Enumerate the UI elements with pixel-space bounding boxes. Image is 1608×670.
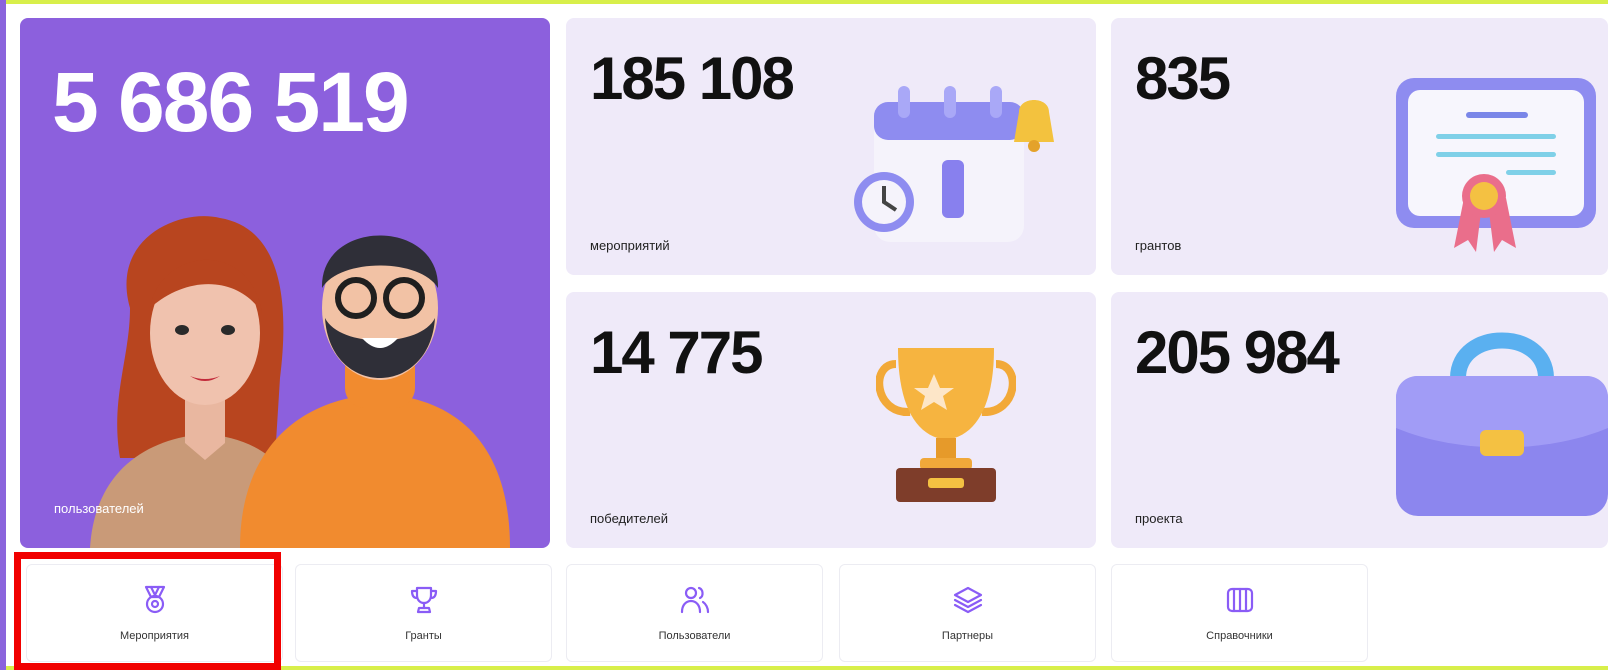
nav-tile-label: Партнеры bbox=[941, 630, 994, 642]
projects-stat-card: 205 984 проекта bbox=[1111, 292, 1608, 548]
trophy-icon bbox=[410, 586, 437, 614]
nav-tile-grants[interactable]: Гранты bbox=[295, 564, 552, 662]
columns-icon bbox=[1226, 587, 1253, 613]
users-icon bbox=[680, 586, 709, 614]
nav-tile-label: Справочники bbox=[1206, 630, 1273, 642]
bottom-frame-strip bbox=[0, 666, 1608, 670]
users-stat-card: 5 686 519 пользователей bbox=[20, 18, 550, 548]
grants-stat-card: 835 грантов bbox=[1111, 18, 1608, 275]
nav-tile-users[interactable]: Пользователи bbox=[566, 564, 823, 662]
trophy-illustration-icon bbox=[876, 348, 1016, 502]
users-count: 5 686 519 bbox=[52, 55, 410, 149]
winners-count: 14 775 bbox=[590, 319, 764, 386]
projects-count: 205 984 bbox=[1135, 319, 1340, 386]
left-frame-strip bbox=[0, 0, 6, 670]
events-stat-card: 185 108 мероприятий bbox=[566, 18, 1096, 275]
medal-icon bbox=[144, 585, 165, 614]
users-label: пользователей bbox=[54, 501, 144, 516]
calendar-illustration-icon bbox=[854, 86, 1054, 242]
nav-tile-label: Гранты bbox=[405, 630, 442, 642]
nav-tile-partners[interactable]: Партнеры bbox=[839, 564, 1096, 662]
winners-stat-card: 14 775 победителей bbox=[566, 292, 1096, 548]
certificate-illustration-icon bbox=[1396, 78, 1596, 252]
top-frame-strip bbox=[0, 0, 1608, 4]
layers-icon bbox=[953, 586, 982, 614]
winners-label: победителей bbox=[590, 511, 669, 526]
nav-tile-events[interactable]: Мероприятия bbox=[26, 564, 283, 662]
nav-tile-label: Мероприятия bbox=[120, 630, 189, 642]
briefcase-illustration-icon bbox=[1396, 332, 1608, 516]
events-count: 185 108 bbox=[590, 45, 795, 112]
nav-tile-label: Пользователи bbox=[658, 630, 731, 642]
grants-label: грантов bbox=[1135, 238, 1182, 253]
grants-count: 835 bbox=[1135, 45, 1231, 112]
nav-tile-directories[interactable]: Справочники bbox=[1111, 564, 1368, 662]
projects-label: проекта bbox=[1135, 511, 1183, 526]
events-label: мероприятий bbox=[590, 238, 670, 253]
people-illustration-icon bbox=[90, 216, 510, 548]
